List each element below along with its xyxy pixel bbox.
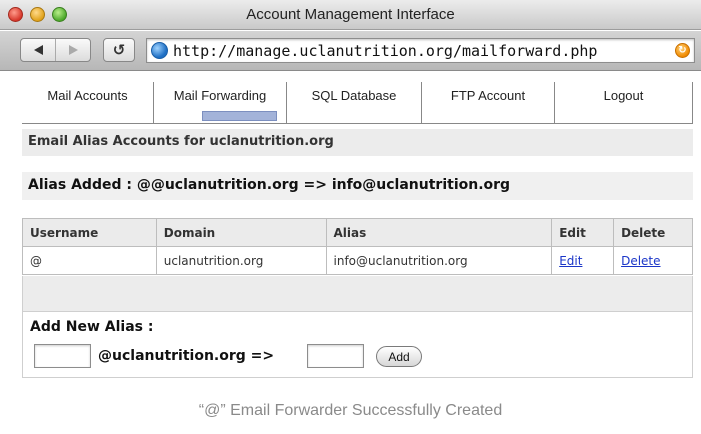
domain-suffix-label: @uclanutrition.org =>: [98, 348, 275, 364]
section-title: Email Alias Accounts for uclanutrition.o…: [22, 129, 693, 156]
cell-alias: info@uclanutrition.org: [325, 246, 553, 275]
address-bar[interactable]: http://manage.uclanutrition.org/mailforw…: [146, 38, 695, 63]
header-username: Username: [22, 218, 157, 247]
add-alias-heading: Add New Alias :: [30, 319, 154, 335]
globe-icon: [151, 42, 168, 59]
tab-label: Logout: [603, 88, 644, 103]
tab-label: FTP Account: [450, 88, 526, 103]
url-text[interactable]: http://manage.uclanutrition.org/mailforw…: [173, 42, 597, 60]
table-spacer-row: [22, 276, 693, 312]
header-delete: Delete: [613, 218, 693, 247]
reload-button[interactable]: ↺: [103, 38, 135, 62]
main-nav-tabs: Mail Accounts Mail Forwarding SQL Databa…: [22, 82, 693, 124]
tab-mail-forwarding[interactable]: Mail Forwarding: [154, 82, 287, 124]
tab-logout[interactable]: Logout: [555, 82, 693, 124]
tab-ftp-account[interactable]: FTP Account: [422, 82, 555, 124]
browser-toolbar: ↺ http://manage.uclanutrition.org/mailfo…: [0, 31, 701, 71]
alias-added-message: Alias Added : @@uclanutrition.org => inf…: [22, 172, 693, 200]
header-domain: Domain: [155, 218, 327, 247]
tab-label: Mail Forwarding: [173, 88, 267, 103]
tab-mail-accounts[interactable]: Mail Accounts: [22, 82, 154, 124]
cell-delete: Delete: [613, 246, 693, 275]
back-arrow-icon: [33, 45, 43, 55]
add-button[interactable]: Add: [376, 346, 422, 367]
cell-username: @: [22, 246, 157, 275]
add-alias-form: Add New Alias : @uclanutrition.org => Ad…: [22, 312, 693, 378]
cell-domain: uclanutrition.org: [155, 246, 327, 275]
cell-edit: Edit: [551, 246, 615, 275]
header-edit: Edit: [551, 218, 615, 247]
forward-button[interactable]: [56, 39, 91, 61]
delete-link[interactable]: Delete: [621, 254, 660, 268]
figure-caption: “@” Email Forwarder Successfully Created: [198, 402, 503, 419]
tab-label: Mail Accounts: [47, 88, 128, 103]
title-bar: Account Management Interface: [0, 0, 701, 30]
browser-window: Account Management Interface ↺ http://ma…: [0, 0, 701, 382]
rss-icon[interactable]: ↻: [675, 43, 690, 58]
history-navigation: [20, 38, 91, 62]
edit-link[interactable]: Edit: [559, 254, 582, 268]
forward-arrow-icon: [69, 45, 78, 55]
tab-label: SQL Database: [311, 88, 397, 103]
header-alias: Alias: [325, 218, 553, 247]
reload-icon: ↺: [112, 41, 126, 59]
window-title: Account Management Interface: [246, 6, 455, 23]
tab-sql-database[interactable]: SQL Database: [287, 82, 422, 124]
forward-target-input[interactable]: [307, 344, 364, 368]
active-tab-indicator: [202, 111, 277, 121]
table-row: @ uclanutrition.org info@uclanutrition.o…: [22, 246, 693, 275]
back-button[interactable]: [21, 39, 56, 61]
alias-name-input[interactable]: [34, 344, 91, 368]
alias-table: Username Domain Alias Edit Delete @ ucla…: [22, 218, 693, 275]
table-header-row: Username Domain Alias Edit Delete: [22, 218, 693, 247]
